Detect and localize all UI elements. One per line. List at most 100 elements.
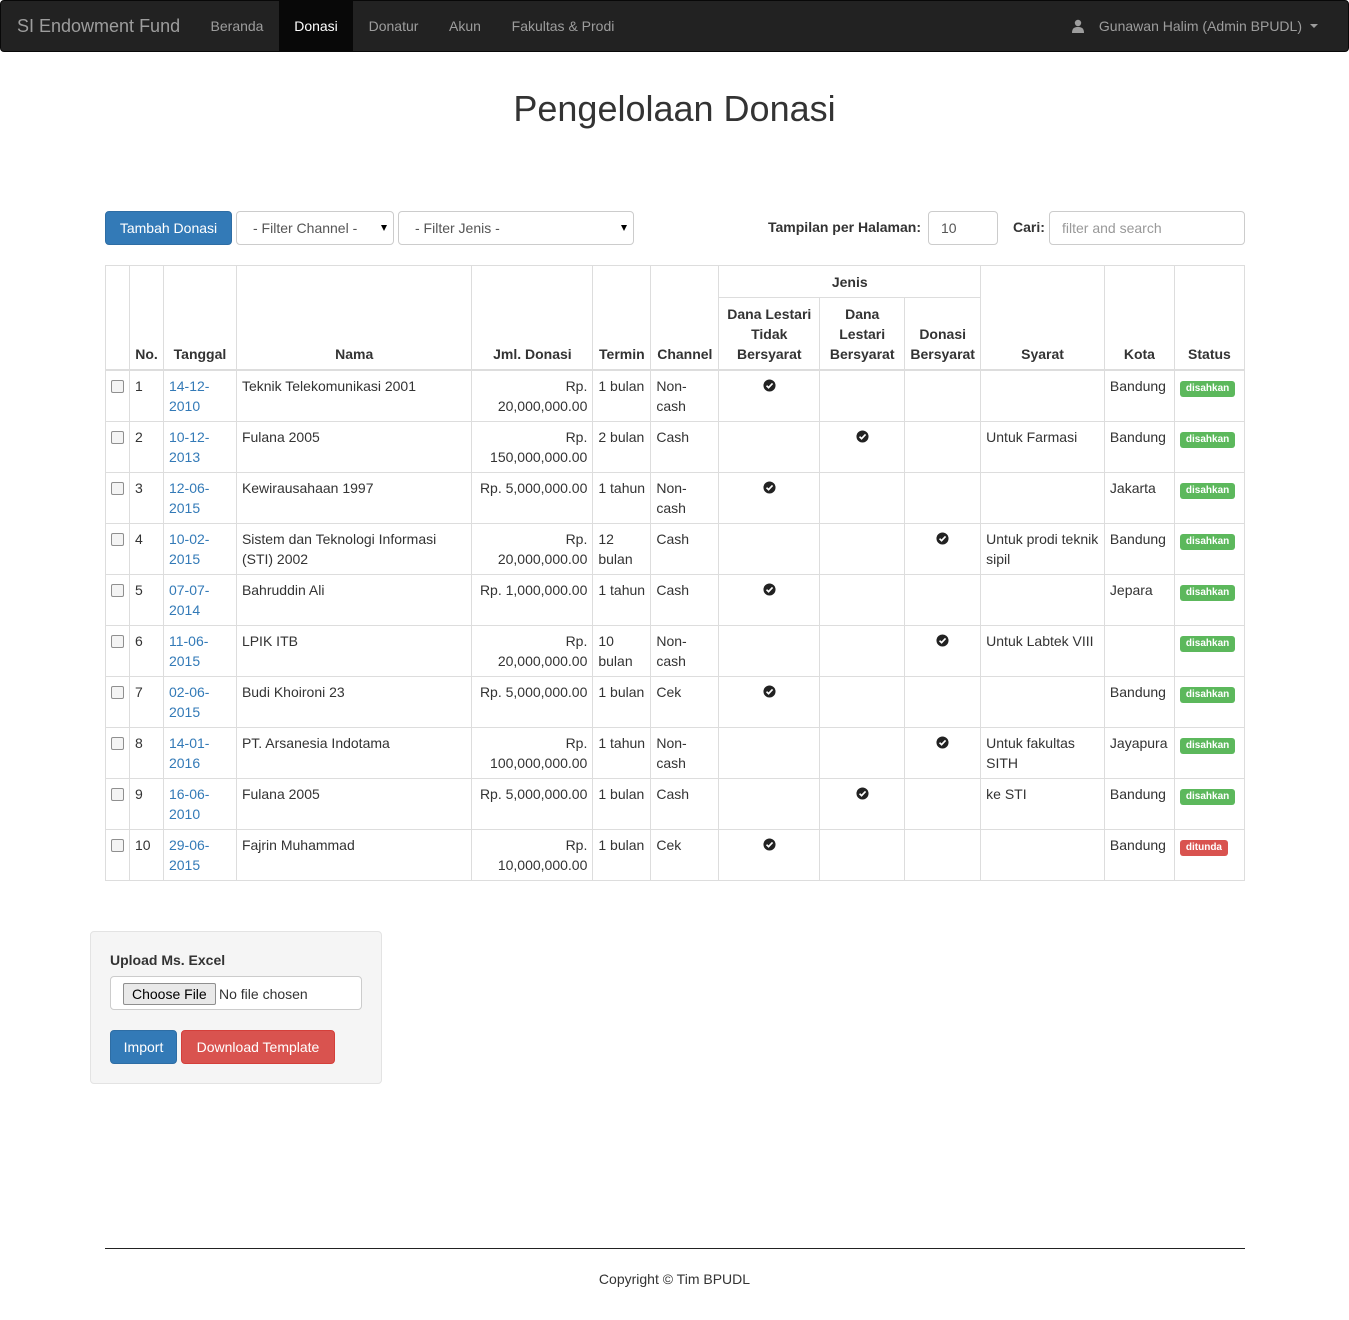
cell-jenis-donasi-bersyarat <box>904 522 982 575</box>
row-checkbox[interactable] <box>111 787 124 801</box>
cell-kota: Bandung <box>1103 522 1175 575</box>
row-checkbox[interactable] <box>111 736 124 750</box>
row-select <box>105 369 130 422</box>
row-select <box>105 420 130 473</box>
row-checkbox[interactable] <box>111 838 124 852</box>
download-template-button[interactable]: Download Template <box>181 1030 335 1064</box>
choose-file-button[interactable]: Choose File <box>123 983 216 1005</box>
nav-akun[interactable]: Akun <box>434 1 496 51</box>
cell-jenis-dana-lestari-tidak-bersyarat <box>718 471 821 524</box>
check-circle-icon <box>763 480 776 494</box>
cell-syarat <box>980 471 1105 524</box>
cell-jenis-donasi-bersyarat <box>904 777 982 830</box>
filter-jenis-select[interactable]: - Filter Jenis - <box>398 211 634 245</box>
row-checkbox[interactable] <box>111 583 124 597</box>
cell-tanggal: 29-06-2015 <box>162 828 237 881</box>
cell-no: 8 <box>129 726 164 779</box>
tanggal-link[interactable]: 29-06-2015 <box>169 837 209 873</box>
tanggal-link[interactable]: 10-02-2015 <box>169 531 209 567</box>
filter-channel-select[interactable]: - Filter Channel - <box>236 211 394 245</box>
cell-jenis-dana-lestari-tidak-bersyarat <box>718 828 821 881</box>
row-select <box>105 471 130 524</box>
cell-termin: 10 bulan <box>592 624 652 677</box>
cell-jml-donasi: Rp. 1,000,000.00 <box>471 573 594 626</box>
search-input[interactable]: filter and search <box>1049 211 1245 245</box>
cell-nama: Kewirausahaan 1997 <box>235 471 473 524</box>
cell-syarat <box>980 828 1105 881</box>
tanggal-link[interactable]: 07-07-2014 <box>169 582 209 618</box>
cell-channel: Cek <box>650 828 720 881</box>
cell-jenis-dana-lestari-tidak-bersyarat <box>718 420 821 473</box>
header-jenis-dana-lestari-tidak-bersyarat: Dana Lestari Tidak Bersyarat <box>718 297 821 371</box>
user-menu[interactable]: Gunawan Halim (Admin BPUDL) <box>1071 1 1318 51</box>
cell-tanggal: 02-06-2015 <box>162 675 237 728</box>
file-input[interactable]: Choose File No file chosen <box>110 976 362 1010</box>
cell-jenis-dana-lestari-bersyarat <box>819 777 906 830</box>
tanggal-link[interactable]: 14-01-2016 <box>169 735 209 771</box>
cell-kota <box>1103 624 1175 677</box>
row-checkbox[interactable] <box>111 685 124 699</box>
tanggal-link[interactable]: 16-06-2010 <box>169 786 209 822</box>
caret-down-icon <box>1310 24 1318 28</box>
row-checkbox[interactable] <box>111 430 124 444</box>
cell-status: disahkan <box>1173 573 1246 626</box>
tanggal-link[interactable]: 10-12-2013 <box>169 429 209 465</box>
cell-nama: Budi Khoironi 23 <box>235 675 473 728</box>
header-termin: Termin <box>592 265 652 371</box>
cell-termin: 1 bulan <box>592 369 652 422</box>
table-row: 1 14-12-2010 Teknik Telekomunikasi 2001 Rp.… <box>105 369 1246 422</box>
cell-channel: Cash <box>650 522 720 575</box>
cell-jml-donasi: Rp. 20,000,000.00 <box>471 522 594 575</box>
user-name: Gunawan Halim (Admin BPUDL) <box>1098 18 1302 34</box>
cell-kota: Jayapura <box>1103 726 1175 779</box>
footer-divider <box>105 1248 1245 1249</box>
cell-jenis-dana-lestari-bersyarat <box>819 573 906 626</box>
nav-beranda[interactable]: Beranda <box>195 1 279 51</box>
cell-jml-donasi: Rp. 5,000,000.00 <box>471 471 594 524</box>
cell-channel: Non-cash <box>650 624 720 677</box>
navbar: SI Endowment Fund Beranda Donasi Donatur… <box>0 0 1349 52</box>
cell-no: 2 <box>129 420 164 473</box>
row-checkbox[interactable] <box>111 634 124 648</box>
upload-panel: Upload Ms. Excel Choose File No file cho… <box>90 931 382 1084</box>
per-page-input[interactable]: 10 <box>928 211 998 245</box>
cell-termin: 12 bulan <box>592 522 652 575</box>
nav-fakultas-prodi[interactable]: Fakultas & Prodi <box>496 1 630 51</box>
cell-no: 7 <box>129 675 164 728</box>
tanggal-link[interactable]: 14-12-2010 <box>169 378 209 414</box>
check-circle-icon <box>763 837 776 851</box>
check-circle-icon <box>856 429 869 443</box>
cell-syarat: Untuk Farmasi <box>980 420 1105 473</box>
import-button[interactable]: Import <box>110 1030 177 1064</box>
tanggal-link[interactable]: 11-06-2015 <box>169 633 208 669</box>
row-checkbox[interactable] <box>111 379 124 393</box>
cell-status: disahkan <box>1173 420 1246 473</box>
row-checkbox[interactable] <box>111 481 124 495</box>
cell-jenis-donasi-bersyarat <box>904 675 982 728</box>
table-body: 1 14-12-2010 Teknik Telekomunikasi 2001 Rp.… <box>105 369 1246 881</box>
file-status: No file chosen <box>219 986 308 1002</box>
cell-nama: Sistem dan Teknologi Informasi (STI) 200… <box>235 522 473 575</box>
cell-syarat <box>980 675 1105 728</box>
add-donation-button[interactable]: Tambah Donasi <box>105 211 232 245</box>
table-row: 10 29-06-2015 Fajrin Muhammad Rp. 10,000,00… <box>105 828 1246 881</box>
row-checkbox[interactable] <box>111 532 124 546</box>
status-badge: ditunda <box>1179 839 1228 856</box>
header-jenis-dana-lestari-bersyarat: Dana Lestari Bersyarat <box>819 297 906 371</box>
cell-nama: Bahruddin Ali <box>235 573 473 626</box>
cell-no: 5 <box>129 573 164 626</box>
table-row: 9 16-06-2010 Fulana 2005 Rp. 5,000,000.00 1 … <box>105 777 1246 830</box>
cell-jenis-donasi-bersyarat <box>904 624 982 677</box>
check-circle-icon <box>763 378 776 392</box>
cell-jml-donasi: Rp. 150,000,000.00 <box>471 420 594 473</box>
cell-status: disahkan <box>1173 624 1246 677</box>
nav-donasi[interactable]: Donasi <box>279 1 353 51</box>
nav-donatur[interactable]: Donatur <box>353 1 434 51</box>
tanggal-link[interactable]: 02-06-2015 <box>169 684 209 720</box>
header-select <box>105 265 130 371</box>
tanggal-link[interactable]: 12-06-2015 <box>169 480 209 516</box>
cell-kota: Bandung <box>1103 828 1175 881</box>
cell-no: 4 <box>129 522 164 575</box>
brand[interactable]: SI Endowment Fund <box>17 1 180 51</box>
footer-copyright: Copyright © Tim BPUDL <box>598 1271 751 1287</box>
